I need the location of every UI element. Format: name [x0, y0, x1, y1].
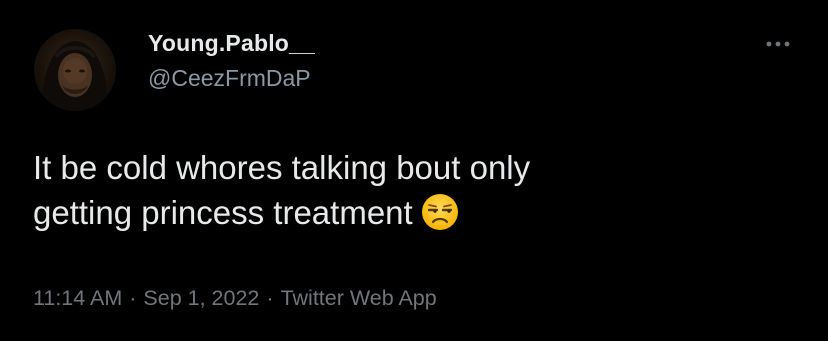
- tweet-text-line-1: It be cold whores talking bout only: [33, 149, 531, 186]
- unamused-face-icon: [421, 193, 459, 231]
- avatar[interactable]: [34, 29, 116, 111]
- tweet-text-line-2-text: getting princess treatment: [33, 194, 413, 231]
- more-horizontal-icon: [765, 40, 791, 48]
- user-handle[interactable]: @CeezFrmDaP: [148, 65, 311, 92]
- tweet-text: It be cold whores talking bout only gett…: [33, 145, 803, 235]
- tweet-time[interactable]: 11:14 AM: [33, 286, 122, 310]
- tweet-date[interactable]: Sep 1, 2022: [143, 286, 259, 310]
- meta-separator: ·: [129, 286, 137, 310]
- display-name[interactable]: Young.Pablo__: [148, 30, 315, 57]
- tweet-source[interactable]: Twitter Web App: [281, 286, 437, 310]
- tweet-card: Young.Pablo__ @CeezFrmDaP It be cold who…: [0, 0, 828, 341]
- tweet-meta: 11:14 AM · Sep 1, 2022 · Twitter Web App: [33, 286, 437, 311]
- meta-separator: ·: [266, 286, 274, 310]
- tweet-text-line-2: getting princess treatment: [33, 190, 803, 235]
- more-options-button[interactable]: [762, 34, 794, 54]
